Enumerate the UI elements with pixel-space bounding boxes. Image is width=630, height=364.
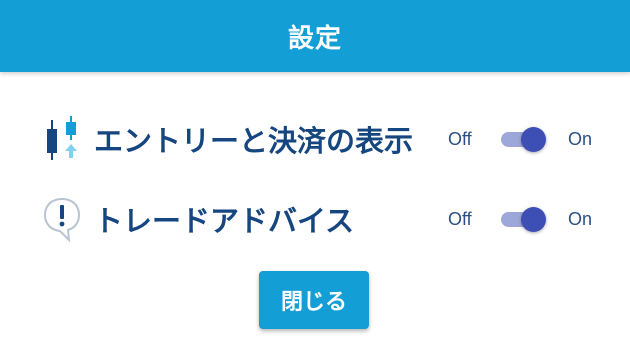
setting-label-trade-advice: トレードアドバイス (94, 204, 355, 238)
dialog-header: 設定 (0, 0, 630, 72)
exclamation-speech-bubble-icon (42, 196, 82, 243)
close-button[interactable]: 閉じる (259, 271, 369, 329)
toggle-on-label: On (568, 209, 593, 229)
toggle-on-label: On (568, 129, 593, 149)
toggle-knob[interactable] (521, 207, 546, 232)
dialog-title: 設定 (287, 23, 342, 54)
toggle-off-label: Off (448, 209, 472, 229)
toggle-knob[interactable] (521, 127, 546, 152)
setting-label-entry-exit: エントリーと決済の表示 (94, 124, 414, 158)
setting-row-trade-advice: トレードアドバイス Off On (0, 188, 630, 248)
candlestick-chart-icon (42, 116, 82, 162)
entry-exit-toggle[interactable] (499, 126, 547, 152)
settings-dialog: 設定 エントリーと決済の表示 Off On トレードアドバイス Off On 閉… (0, 0, 630, 364)
trade-advice-toggle[interactable] (499, 206, 547, 232)
setting-row-entry-exit: エントリーと決済の表示 Off On (0, 108, 630, 168)
toggle-off-label: Off (448, 129, 472, 149)
